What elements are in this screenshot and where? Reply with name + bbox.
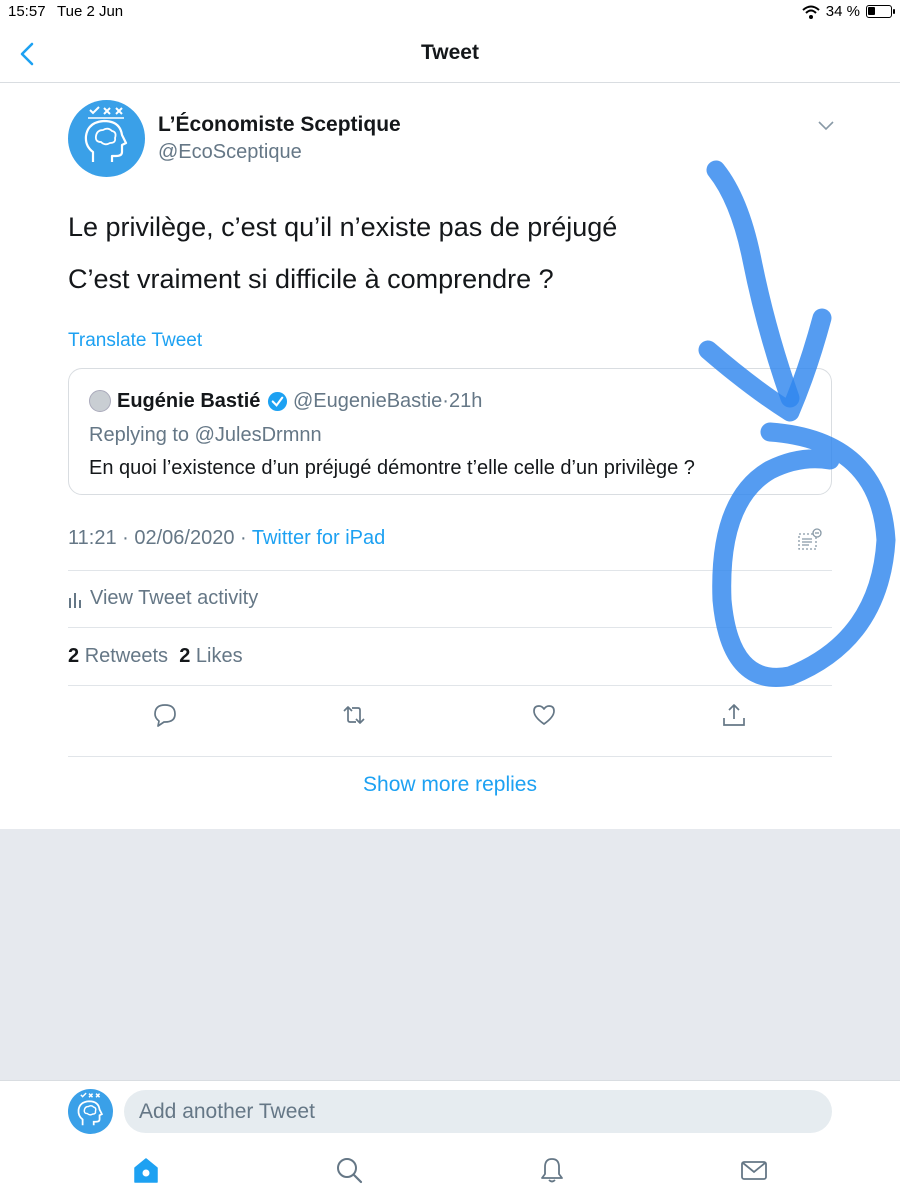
divider [68,685,832,686]
like-label[interactable]: Likes [196,645,243,667]
tweet-source-link[interactable]: Twitter for iPad [252,527,385,549]
status-time: 15:57 [8,3,46,20]
timestamp-text: 11:21 · 02/06/2020 · [68,527,252,549]
battery-percent: 34 % [825,3,860,20]
reply-icon[interactable] [152,702,178,728]
like-count[interactable]: 2 [179,645,190,667]
divider [68,570,832,571]
wifi-icon [802,5,820,19]
status-bar: 15:57 Tue 2 Jun 34 % [0,0,900,24]
brain-head-icon [84,106,128,162]
quoted-replying-to: Replying to @JulesDrmnn [89,424,322,446]
quoted-author-handle: @EugenieBastie [293,390,443,412]
mail-icon[interactable] [740,1156,768,1184]
composer-avatar [68,1089,113,1134]
tweet-timestamp: 11:21 · 02/06/2020 · Twitter for iPad [68,527,385,550]
show-more-replies-link[interactable]: Show more replies [0,773,900,797]
retweet-icon[interactable] [341,702,367,728]
page-title: Tweet [421,41,479,64]
chevron-down-icon[interactable] [817,118,835,132]
quoted-time: ·21h [442,390,483,412]
quoted-avatar [89,390,111,412]
nav-header: Tweet [0,24,900,83]
quoted-meta: @EugenieBastie·21h [293,390,482,413]
divider [68,627,832,628]
tweet-stats: 2 Retweets 2 Likes [68,645,243,668]
translate-tweet-link[interactable]: Translate Tweet [68,330,202,352]
retweet-label[interactable]: Retweets [85,645,168,667]
author-name[interactable]: L’Économiste Sceptique [158,113,401,137]
view-tweet-activity[interactable]: View Tweet activity [68,587,258,610]
annotation-arrow-shaft [706,160,800,408]
author-handle[interactable]: @EcoSceptique [158,141,302,164]
status-right: 34 % [802,3,895,20]
status-date: Tue 2 Jun [57,3,124,20]
share-icon[interactable] [721,702,747,728]
battery-icon [866,5,895,18]
bar-chart-icon [69,592,81,608]
brain-head-icon [77,1092,104,1126]
quoted-tweet-card[interactable]: Eugénie Bastié @EugenieBastie·21h Replyi… [68,368,832,495]
bell-icon[interactable] [538,1156,566,1184]
verified-badge-icon [267,391,288,412]
home-icon[interactable] [132,1156,160,1184]
retweet-count[interactable]: 2 [68,645,79,667]
activity-label: View Tweet activity [90,587,259,609]
search-icon[interactable] [335,1156,363,1184]
tweet-text-line: C’est vraiment si difficile à comprendre… [68,264,554,294]
quoted-tweet-text: En quoi l’existence d’un préjugé démontr… [89,457,695,479]
quoted-author-name: Eugénie Bastié [117,390,261,412]
empty-replies-area [0,829,900,1080]
avatar[interactable] [68,100,145,177]
heart-icon[interactable] [531,702,557,728]
document-icon[interactable] [797,527,823,553]
tweet-text-line: Le privilège, c’est qu’il n’existe pas d… [68,212,618,242]
add-tweet-input[interactable] [124,1090,832,1133]
divider [68,756,832,757]
